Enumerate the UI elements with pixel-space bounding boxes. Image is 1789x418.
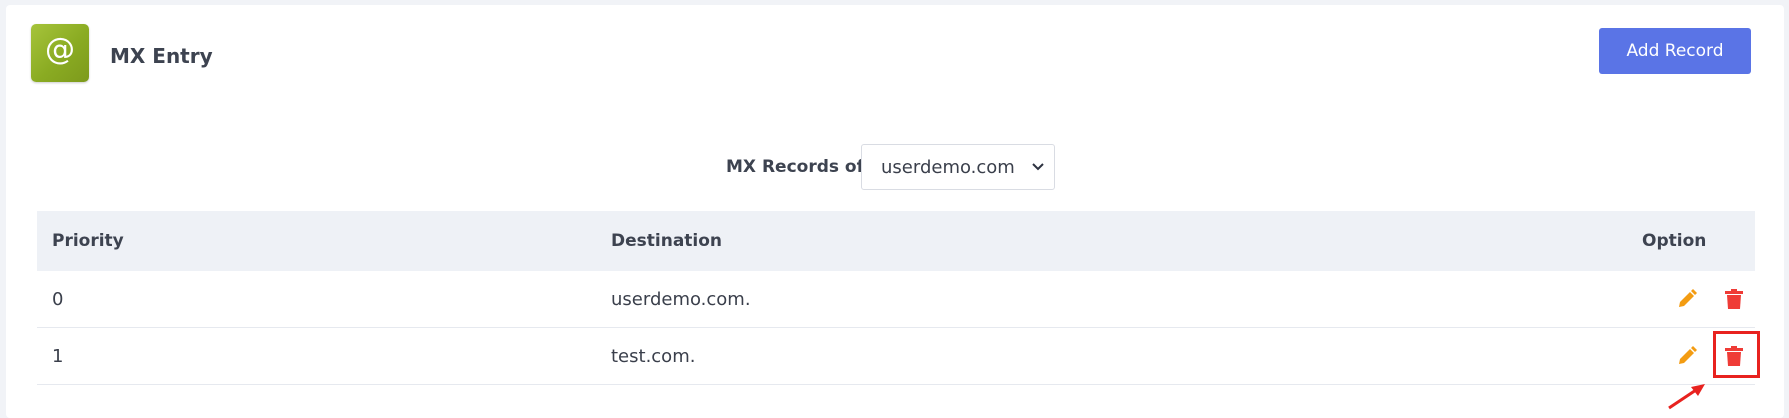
column-header-option: Option	[1642, 231, 1707, 251]
edit-button[interactable]	[1675, 287, 1699, 311]
destination-cell: userdemo.com.	[611, 289, 751, 310]
pencil-icon	[1679, 289, 1697, 307]
pencil-icon	[1679, 346, 1697, 364]
chevron-down-icon	[1032, 163, 1044, 171]
mx-logo: @	[31, 24, 89, 82]
mx-records-label: MX Records of	[726, 157, 864, 177]
column-header-destination: Destination	[611, 231, 723, 251]
domain-select[interactable]: userdemo.com	[861, 144, 1055, 190]
priority-cell: 0	[52, 289, 64, 310]
priority-cell: 1	[52, 346, 64, 367]
table-header: Priority Destination Option	[37, 211, 1755, 271]
table-row: 0 userdemo.com.	[37, 271, 1755, 328]
annotation-arrow-icon	[1668, 384, 1705, 410]
edit-button[interactable]	[1675, 344, 1699, 368]
add-record-button[interactable]: Add Record	[1599, 28, 1751, 74]
column-header-priority: Priority	[52, 231, 124, 251]
trash-icon	[1725, 289, 1743, 309]
domain-select-value: userdemo.com	[881, 157, 1015, 178]
table-row: 1 test.com.	[37, 328, 1755, 385]
page-title: MX Entry	[110, 44, 213, 68]
delete-highlight-box	[1713, 331, 1760, 378]
at-sign-icon: @	[45, 32, 75, 67]
delete-button[interactable]	[1722, 287, 1746, 311]
destination-cell: test.com.	[611, 346, 696, 367]
